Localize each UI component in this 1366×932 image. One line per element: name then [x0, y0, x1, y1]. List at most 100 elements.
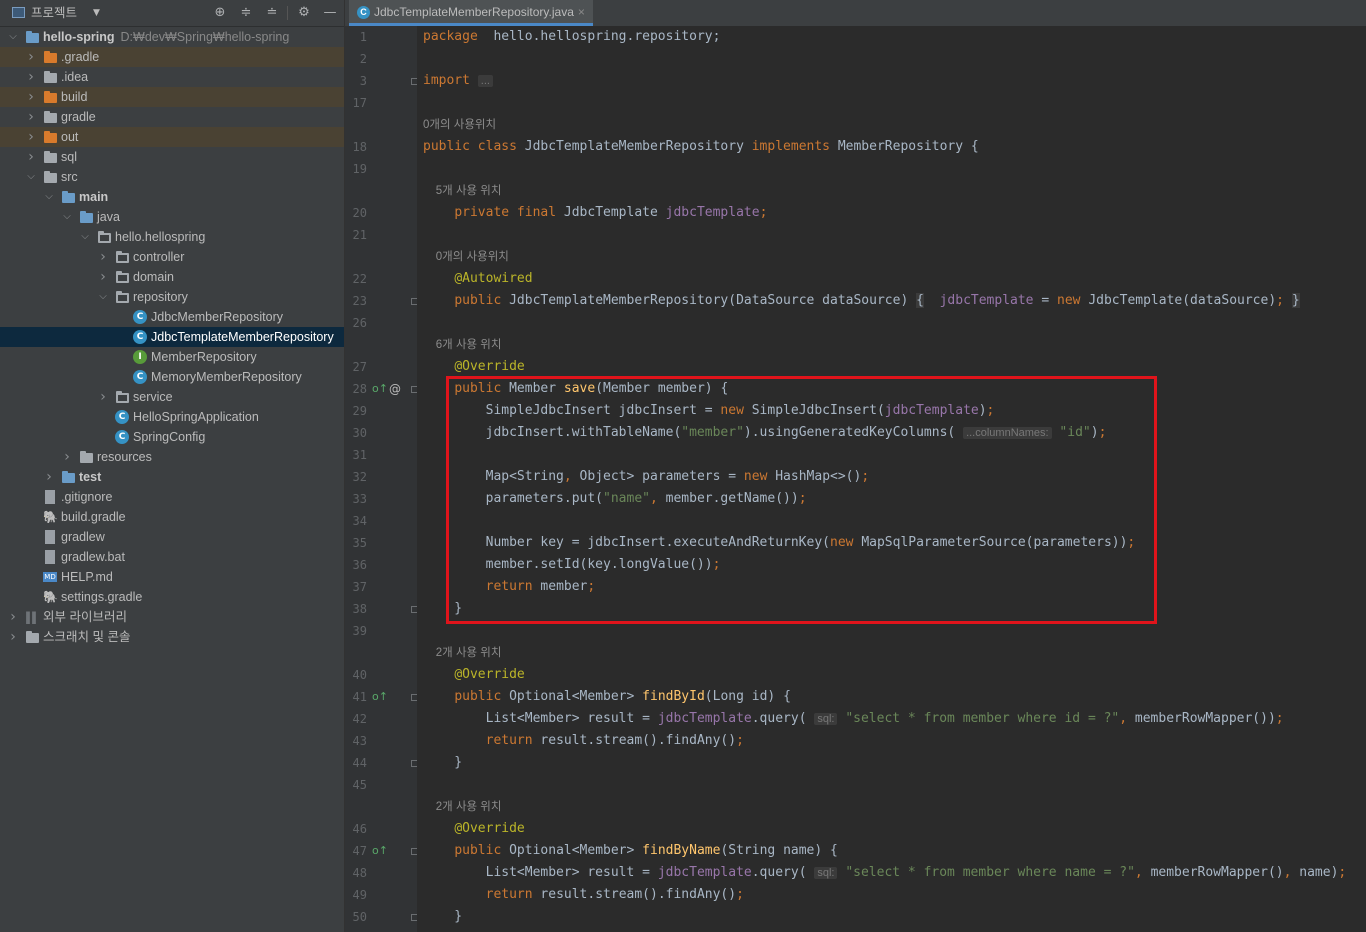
tree-item[interactable]: C HelloSpringApplication [0, 407, 344, 427]
chevron-down-icon[interactable]: ⌵ [24, 167, 38, 187]
chevron-down-icon[interactable]: ⌵ [60, 207, 74, 227]
chevron-down-icon[interactable]: ▼ [93, 0, 100, 26]
tree-item[interactable]: › service [0, 387, 344, 407]
bat-file-icon [45, 550, 55, 564]
tree-item[interactable]: I MemberRepository [0, 347, 344, 367]
tree-item[interactable]: › sql [0, 147, 344, 167]
code-line[interactable]: public Optional<Member> findByName(Strin… [423, 840, 838, 862]
chevron-right-icon[interactable]: › [24, 147, 38, 167]
tree-item[interactable]: MD HELP.md [0, 567, 344, 587]
code-line[interactable]: @Override [423, 818, 524, 840]
collapse-all-icon[interactable]: ≐ [264, 5, 280, 21]
usage-hint[interactable]: 2개 사용 위치 [423, 796, 502, 818]
code-line[interactable]: import ... [423, 70, 493, 92]
chevron-right-icon[interactable]: › [96, 387, 110, 407]
tree-item[interactable]: .gitignore [0, 487, 344, 507]
tree-item[interactable]: › out [0, 127, 344, 147]
expand-all-icon[interactable]: ≑ [238, 5, 254, 21]
tree-item[interactable]: ⌵ hello.hellospring [0, 227, 344, 247]
code-line[interactable]: List<Member> result = jdbcTemplate.query… [423, 708, 1284, 730]
editor-tab[interactable]: C JdbcTemplateMemberRepository.java × [349, 0, 593, 26]
project-panel-title[interactable]: 프로젝트 [31, 0, 77, 26]
override-gutter-icon[interactable]: o↑ [372, 840, 388, 862]
close-icon[interactable]: × [578, 5, 585, 19]
code-line[interactable]: } [423, 752, 462, 774]
tree-item[interactable]: › .idea [0, 67, 344, 87]
tree-item[interactable]: ⌵ repository [0, 287, 344, 307]
usage-hint[interactable]: 5개 사용 위치 [423, 180, 502, 202]
tree-item[interactable]: ⌵ java [0, 207, 344, 227]
target-icon[interactable]: ⊕ [212, 5, 228, 21]
tree-item[interactable]: ⌵ hello-spring D:₩dev₩Spring₩hello-spring [0, 27, 344, 47]
minimize-icon[interactable]: — [322, 5, 338, 21]
tree-item[interactable]: › build [0, 87, 344, 107]
chevron-right-icon[interactable]: › [96, 247, 110, 267]
at-gutter-icon[interactable]: @ [389, 378, 401, 400]
tree-item[interactable]: 🐘 build.gradle [0, 507, 344, 527]
code-line[interactable]: package hello.hellospring.repository; [423, 26, 720, 48]
code-line[interactable]: @Autowired [423, 268, 532, 290]
gear-icon[interactable]: ⚙ [296, 5, 312, 21]
editor-tab-bar: C JdbcTemplateMemberRepository.java × [345, 0, 1366, 27]
usage-hint[interactable]: 6개 사용 위치 [423, 334, 502, 356]
override-gutter-icon[interactable]: o↑ [372, 686, 388, 708]
tree-item[interactable]: C JdbcMemberRepository [0, 307, 344, 327]
line-number: 49 [352, 888, 367, 902]
code-line[interactable]: List<Member> result = jdbcTemplate.query… [423, 862, 1347, 884]
tree-item-label: HELP.md [61, 570, 113, 584]
tree-item[interactable]: › ‖‖ 외부 라이브러리 [0, 607, 344, 627]
tree-item[interactable]: › domain [0, 267, 344, 287]
tree-item[interactable]: ⌵ src [0, 167, 344, 187]
tree-item[interactable]: gradlew [0, 527, 344, 547]
chevron-right-icon[interactable]: › [24, 67, 38, 87]
tree-item[interactable]: › test [0, 467, 344, 487]
tree-item[interactable]: C JdbcTemplateMemberRepository [0, 327, 344, 347]
chevron-down-icon[interactable]: ⌵ [96, 287, 110, 307]
tree-item[interactable]: C MemoryMemberRepository [0, 367, 344, 387]
tree-item[interactable]: › resources [0, 447, 344, 467]
tree-item[interactable]: ⌵ main [0, 187, 344, 207]
tree-item[interactable]: C SpringConfig [0, 427, 344, 447]
code-line[interactable]: public Optional<Member> findById(Long id… [423, 686, 791, 708]
code-line[interactable]: @Override [423, 356, 524, 378]
chevron-right-icon[interactable]: › [24, 107, 38, 127]
tree-item[interactable]: 🐘 settings.gradle [0, 587, 344, 607]
code-token: List<Member> result = [423, 865, 658, 880]
chevron-right-icon[interactable]: › [42, 467, 56, 487]
usage-hint[interactable]: 2개 사용 위치 [423, 642, 502, 664]
code-line[interactable]: private final JdbcTemplate jdbcTemplate; [423, 202, 767, 224]
code-line[interactable]: } [423, 906, 462, 928]
usage-hint[interactable]: 0개의 사용위치 [423, 114, 496, 136]
code-line[interactable]: public JdbcTemplateMemberRepository(Data… [423, 290, 1300, 312]
tree-item[interactable]: › gradle [0, 107, 344, 127]
folder-icon [43, 170, 57, 184]
chevron-right-icon[interactable]: › [96, 267, 110, 287]
override-gutter-icon[interactable]: o↑ [372, 378, 388, 400]
usage-hint[interactable]: 0개의 사용위치 [423, 246, 509, 268]
chevron-right-icon[interactable]: › [60, 447, 74, 467]
chevron-down-icon[interactable]: ⌵ [6, 27, 20, 47]
tree-item[interactable]: › .gradle [0, 47, 344, 67]
chevron-right-icon[interactable]: › [24, 127, 38, 147]
chevron-right-icon[interactable]: › [6, 627, 20, 647]
chevron-right-icon[interactable]: › [6, 607, 20, 627]
chevron-right-icon[interactable]: › [24, 47, 38, 67]
code-token: ; [736, 887, 744, 902]
tree-item[interactable]: › 스크래치 및 콘솔 [0, 627, 344, 647]
tree-item-label: repository [133, 290, 188, 304]
code-line[interactable]: return result.stream().findAny(); [423, 730, 744, 752]
code-line[interactable]: @Override [423, 664, 524, 686]
chevron-down-icon[interactable]: ⌵ [42, 187, 56, 207]
tree-item-label: out [61, 130, 79, 144]
tree-item[interactable]: › controller [0, 247, 344, 267]
tree-item-label: hello-spring D:₩dev₩Spring₩hello-spring [43, 30, 290, 44]
chevron-down-icon[interactable]: ⌵ [78, 227, 92, 247]
project-view-icon[interactable] [12, 7, 25, 18]
code-line[interactable]: return result.stream().findAny(); [423, 884, 744, 906]
code-line[interactable]: public class JdbcTemplateMemberRepositor… [423, 136, 979, 158]
tree-item[interactable]: gradlew.bat [0, 547, 344, 567]
markdown-icon: MD [43, 572, 57, 582]
chevron-right-icon[interactable]: › [24, 87, 38, 107]
